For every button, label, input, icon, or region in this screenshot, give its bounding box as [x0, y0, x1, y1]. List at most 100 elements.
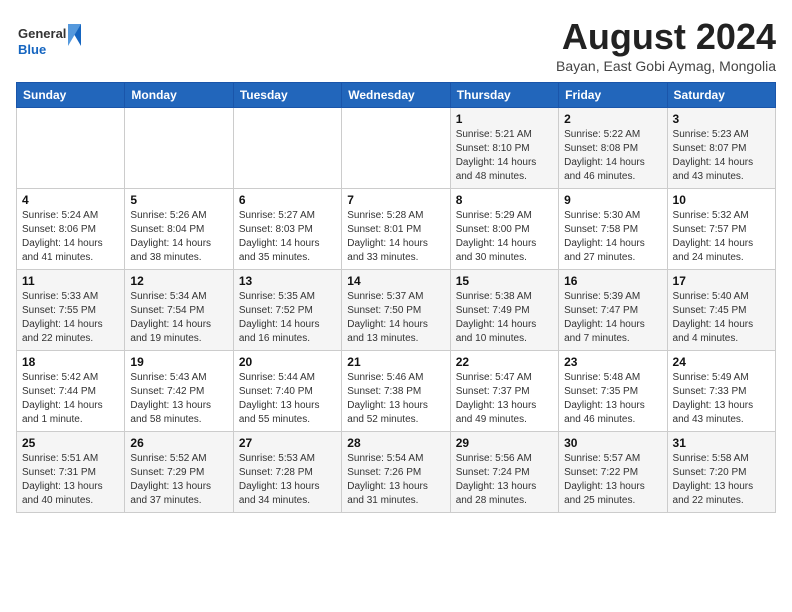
day-number: 4	[22, 193, 119, 207]
day-info: Sunrise: 5:51 AMSunset: 7:31 PMDaylight:…	[22, 452, 119, 508]
day-cell: 21Sunrise: 5:46 AMSunset: 7:38 PMDayligh…	[342, 351, 450, 432]
day-info: Sunrise: 5:29 AMSunset: 8:00 PMDaylight:…	[456, 209, 553, 265]
day-header-wednesday: Wednesday	[342, 83, 450, 108]
day-info: Sunrise: 5:52 AMSunset: 7:29 PMDaylight:…	[130, 452, 227, 508]
day-number: 22	[456, 355, 553, 369]
day-cell: 13 Sunrise: 5:35 AMSunset: 7:52 PMDayligh…	[233, 270, 341, 351]
day-cell: 18 Sunrise: 5:42 AMSunset: 7:44 PMDayligh…	[17, 351, 125, 432]
day-cell: 22 Sunrise: 5:47 AMSunset: 7:37 PMDayligh…	[450, 351, 558, 432]
day-number: 27	[239, 436, 336, 450]
day-cell: 15 Sunrise: 5:38 AMSunset: 7:49 PMDayligh…	[450, 270, 558, 351]
day-info: Sunrise: 5:35 AMSunset: 7:52 PMDaylight:…	[239, 290, 336, 346]
day-cell: 6 Sunrise: 5:27 AMSunset: 8:03 PMDaylight…	[233, 189, 341, 270]
day-number: 8	[456, 193, 553, 207]
day-number: 11	[22, 274, 119, 288]
day-number: 2	[564, 112, 661, 126]
day-cell: 7 Sunrise: 5:28 AMSunset: 8:01 PMDaylight…	[342, 189, 450, 270]
day-info: Sunrise: 5:30 AMSunset: 7:58 PMDaylight:…	[564, 209, 661, 265]
day-info: Sunrise: 5:24 AMSunset: 8:06 PMDaylight:…	[22, 209, 119, 265]
day-number: 29	[456, 436, 553, 450]
day-number: 14	[347, 274, 444, 288]
day-header-sunday: Sunday	[17, 83, 125, 108]
day-header-friday: Friday	[559, 83, 667, 108]
day-cell	[342, 108, 450, 189]
day-cell: 20Sunrise: 5:44 AMSunset: 7:40 PMDayligh…	[233, 351, 341, 432]
day-number: 18	[22, 355, 119, 369]
day-info: Sunrise: 5:42 AMSunset: 7:44 PMDaylight:…	[22, 371, 119, 427]
day-number: 24	[673, 355, 770, 369]
day-info: Sunrise: 5:57 AMSunset: 7:22 PMDaylight:…	[564, 452, 661, 508]
day-info: Sunrise: 5:47 AMSunset: 7:37 PMDaylight:…	[456, 371, 553, 427]
week-row-4: 18 Sunrise: 5:42 AMSunset: 7:44 PMDayligh…	[17, 351, 776, 432]
day-cell: 10 Sunrise: 5:32 AMSunset: 7:57 PMDayligh…	[667, 189, 775, 270]
day-cell: 17Sunrise: 5:40 AMSunset: 7:45 PMDayligh…	[667, 270, 775, 351]
day-cell: 5 Sunrise: 5:26 AMSunset: 8:04 PMDaylight…	[125, 189, 233, 270]
day-cell: 3Sunrise: 5:23 AMSunset: 8:07 PMDaylight…	[667, 108, 775, 189]
day-number: 13	[239, 274, 336, 288]
day-cell	[125, 108, 233, 189]
header: General Blue August 2024 Bayan, East Gob…	[16, 16, 776, 74]
week-row-2: 4 Sunrise: 5:24 AMSunset: 8:06 PMDaylight…	[17, 189, 776, 270]
day-cell: 11 Sunrise: 5:33 AMSunset: 7:55 PMDayligh…	[17, 270, 125, 351]
logo: General Blue	[16, 16, 86, 66]
day-cell: 26 Sunrise: 5:52 AMSunset: 7:29 PMDayligh…	[125, 432, 233, 513]
day-info: Sunrise: 5:53 AMSunset: 7:28 PMDaylight:…	[239, 452, 336, 508]
day-cell: 1Sunrise: 5:21 AMSunset: 8:10 PMDaylight…	[450, 108, 558, 189]
day-cell: 12Sunrise: 5:34 AMSunset: 7:54 PMDayligh…	[125, 270, 233, 351]
day-number: 5	[130, 193, 227, 207]
day-info: Sunrise: 5:58 AMSunset: 7:20 PMDaylight:…	[673, 452, 770, 508]
day-cell: 28Sunrise: 5:54 AMSunset: 7:26 PMDayligh…	[342, 432, 450, 513]
day-info: Sunrise: 5:54 AMSunset: 7:26 PMDaylight:…	[347, 452, 444, 508]
day-info: Sunrise: 5:48 AMSunset: 7:35 PMDaylight:…	[564, 371, 661, 427]
day-info: Sunrise: 5:38 AMSunset: 7:49 PMDaylight:…	[456, 290, 553, 346]
day-cell: 23Sunrise: 5:48 AMSunset: 7:35 PMDayligh…	[559, 351, 667, 432]
day-number: 6	[239, 193, 336, 207]
day-header-monday: Monday	[125, 83, 233, 108]
day-cell: 16 Sunrise: 5:39 AMSunset: 7:47 PMDayligh…	[559, 270, 667, 351]
day-number: 21	[347, 355, 444, 369]
day-number: 25	[22, 436, 119, 450]
day-cell: 19 Sunrise: 5:43 AMSunset: 7:42 PMDayligh…	[125, 351, 233, 432]
day-info: Sunrise: 5:39 AMSunset: 7:47 PMDaylight:…	[564, 290, 661, 346]
day-cell: 29Sunrise: 5:56 AMSunset: 7:24 PMDayligh…	[450, 432, 558, 513]
day-header-thursday: Thursday	[450, 83, 558, 108]
day-info: Sunrise: 5:22 AMSunset: 8:08 PMDaylight:…	[564, 128, 661, 184]
calendar-table: SundayMondayTuesdayWednesdayThursdayFrid…	[16, 82, 776, 513]
day-info: Sunrise: 5:28 AMSunset: 8:01 PMDaylight:…	[347, 209, 444, 265]
day-cell: 27 Sunrise: 5:53 AMSunset: 7:28 PMDayligh…	[233, 432, 341, 513]
day-cell: 9Sunrise: 5:30 AMSunset: 7:58 PMDaylight…	[559, 189, 667, 270]
day-number: 30	[564, 436, 661, 450]
day-info: Sunrise: 5:37 AMSunset: 7:50 PMDaylight:…	[347, 290, 444, 346]
day-number: 16	[564, 274, 661, 288]
day-info: Sunrise: 5:33 AMSunset: 7:55 PMDaylight:…	[22, 290, 119, 346]
week-row-5: 25 Sunrise: 5:51 AMSunset: 7:31 PMDayligh…	[17, 432, 776, 513]
day-number: 7	[347, 193, 444, 207]
day-cell: 14 Sunrise: 5:37 AMSunset: 7:50 PMDayligh…	[342, 270, 450, 351]
day-header-tuesday: Tuesday	[233, 83, 341, 108]
day-number: 15	[456, 274, 553, 288]
day-info: Sunrise: 5:43 AMSunset: 7:42 PMDaylight:…	[130, 371, 227, 427]
day-info: Sunrise: 5:32 AMSunset: 7:57 PMDaylight:…	[673, 209, 770, 265]
svg-text:Blue: Blue	[18, 42, 46, 57]
logo-svg: General Blue	[16, 16, 86, 66]
day-number: 26	[130, 436, 227, 450]
day-info: Sunrise: 5:27 AMSunset: 8:03 PMDaylight:…	[239, 209, 336, 265]
month-year-title: August 2024	[556, 16, 776, 58]
day-header-saturday: Saturday	[667, 83, 775, 108]
day-info: Sunrise: 5:26 AMSunset: 8:04 PMDaylight:…	[130, 209, 227, 265]
day-number: 1	[456, 112, 553, 126]
week-row-1: 1Sunrise: 5:21 AMSunset: 8:10 PMDaylight…	[17, 108, 776, 189]
calendar-title: August 2024 Bayan, East Gobi Aymag, Mong…	[556, 16, 776, 74]
week-row-3: 11 Sunrise: 5:33 AMSunset: 7:55 PMDayligh…	[17, 270, 776, 351]
day-number: 20	[239, 355, 336, 369]
day-cell: 30 Sunrise: 5:57 AMSunset: 7:22 PMDayligh…	[559, 432, 667, 513]
day-number: 17	[673, 274, 770, 288]
day-cell: 2 Sunrise: 5:22 AMSunset: 8:08 PMDaylight…	[559, 108, 667, 189]
day-number: 19	[130, 355, 227, 369]
day-cell: 8 Sunrise: 5:29 AMSunset: 8:00 PMDaylight…	[450, 189, 558, 270]
day-number: 12	[130, 274, 227, 288]
day-info: Sunrise: 5:49 AMSunset: 7:33 PMDaylight:…	[673, 371, 770, 427]
day-cell: 4 Sunrise: 5:24 AMSunset: 8:06 PMDaylight…	[17, 189, 125, 270]
day-cell: 25 Sunrise: 5:51 AMSunset: 7:31 PMDayligh…	[17, 432, 125, 513]
day-number: 10	[673, 193, 770, 207]
